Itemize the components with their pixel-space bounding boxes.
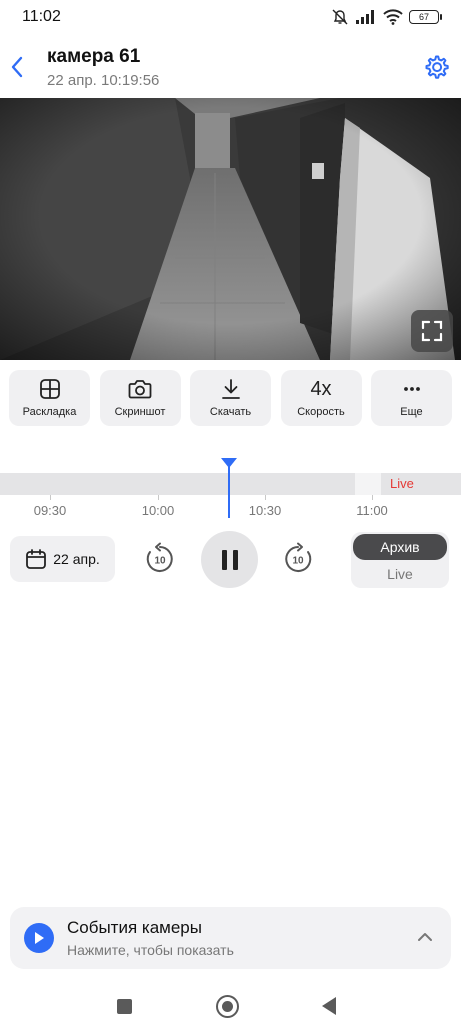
timeline-tick-label: 10:00 xyxy=(141,503,175,518)
camera-video-feed[interactable] xyxy=(0,98,461,360)
mode-toggle: Архив Live xyxy=(351,532,449,588)
chevron-up-icon[interactable] xyxy=(415,927,435,947)
more-icon xyxy=(403,387,420,391)
status-bar: 11:02 67 xyxy=(0,0,461,34)
home-button[interactable] xyxy=(216,995,239,1018)
mute-bell-icon xyxy=(332,9,348,25)
archive-timeline[interactable]: Live 09:30 10:00 10:30 11:00 xyxy=(0,452,461,522)
date-label: 22 апр. xyxy=(53,551,100,567)
corridor-video-frame xyxy=(0,98,461,360)
download-button-label: Скачать xyxy=(209,406,252,418)
grid-icon xyxy=(39,379,60,399)
mode-archive-button[interactable]: Архив xyxy=(353,534,447,560)
timeline-tick xyxy=(50,495,51,500)
more-button[interactable]: Еще xyxy=(371,370,452,426)
playhead-marker-icon[interactable] xyxy=(221,458,237,468)
timeline-tick xyxy=(158,495,159,500)
chevron-left-icon xyxy=(11,56,23,78)
pause-icon xyxy=(221,549,227,570)
signal-icon xyxy=(356,10,374,24)
speed-icon: 4x xyxy=(310,377,332,400)
timeline-tick-label: 10:30 xyxy=(248,503,282,518)
battery-icon: 67 xyxy=(409,10,442,24)
timeline-tick xyxy=(265,495,266,500)
calendar-icon xyxy=(26,549,47,569)
recents-button[interactable] xyxy=(117,999,132,1014)
rewind-10-button[interactable]: 10 xyxy=(143,542,177,576)
status-icons: 67 xyxy=(331,8,442,26)
settings-button[interactable] xyxy=(421,52,451,82)
system-nav-bar xyxy=(0,986,461,1033)
layout-button-label: Раскладка xyxy=(22,406,77,418)
battery-level: 67 xyxy=(418,12,429,22)
playback-controls: 22 апр. 10 10 Архив Live xyxy=(0,530,461,592)
download-button[interactable]: Скачать xyxy=(190,370,271,426)
timeline-tick xyxy=(372,495,373,500)
system-back-button[interactable] xyxy=(322,997,336,1015)
more-button-label: Еще xyxy=(400,406,423,418)
play-icon xyxy=(24,923,54,953)
speed-button[interactable]: 4x Скорость xyxy=(280,370,362,426)
screenshot-button-label: Скриншот xyxy=(114,406,166,418)
timeline-recorded-track xyxy=(0,473,355,495)
gear-icon xyxy=(425,55,449,79)
page-title: камера 61 xyxy=(47,46,141,67)
timeline-gap xyxy=(355,473,381,495)
back-button[interactable] xyxy=(4,52,30,82)
action-bar: Раскладка Скриншот Скачать 4x Скорость Е… xyxy=(9,370,452,428)
mode-live-button[interactable]: Live xyxy=(353,562,447,586)
forward-10-button[interactable]: 10 xyxy=(281,542,315,576)
screenshot-button[interactable]: Скриншот xyxy=(99,370,181,426)
events-subtitle: Нажмите, чтобы показать xyxy=(67,942,234,958)
events-title: События камеры xyxy=(67,918,202,937)
fullscreen-icon xyxy=(421,320,443,342)
page-subtitle-timestamp: 22 апр. 10:19:56 xyxy=(47,72,160,89)
timeline-live-label: Live xyxy=(390,476,414,491)
speed-button-label: Скорость xyxy=(297,406,345,418)
pause-button[interactable] xyxy=(201,531,258,588)
camera-events-panel[interactable]: События камеры Нажмите, чтобы показать xyxy=(10,907,451,969)
app-header: камера 61 22 апр. 10:19:56 xyxy=(0,34,461,98)
rewind-seconds: 10 xyxy=(154,556,166,567)
wifi-icon xyxy=(383,9,403,25)
fullscreen-button[interactable] xyxy=(411,310,453,352)
timeline-tick-label: 09:30 xyxy=(33,503,67,518)
timeline-tick-label: 11:00 xyxy=(356,503,388,518)
timeline-playhead[interactable] xyxy=(228,460,230,518)
forward-seconds: 10 xyxy=(292,556,304,567)
layout-button[interactable]: Раскладка xyxy=(9,370,90,426)
download-icon xyxy=(221,379,240,399)
status-time: 11:02 xyxy=(22,8,61,25)
date-picker-button[interactable]: 22 апр. xyxy=(10,536,115,582)
camera-icon xyxy=(128,380,152,399)
